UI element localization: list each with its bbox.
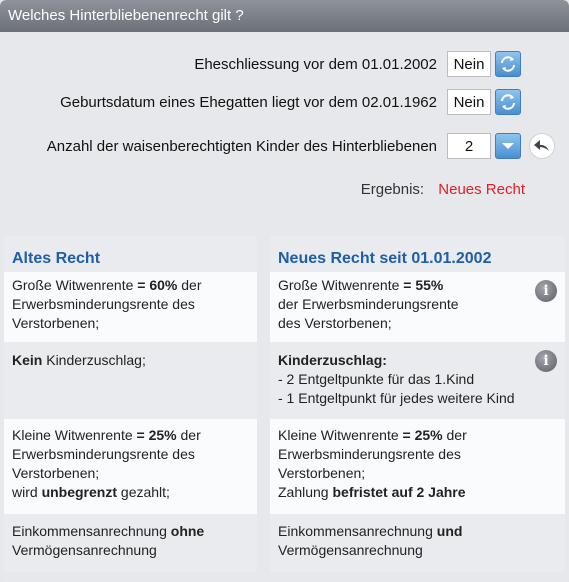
answer-value-field[interactable]: Nein <box>447 51 491 77</box>
text-bold: = 55% <box>403 277 444 293</box>
text: der Erwerbsminderungsrente <box>278 296 459 312</box>
text-bold: ohne <box>170 523 205 539</box>
children-count-field[interactable]: 2 <box>447 133 491 159</box>
info-icon[interactable]: i <box>535 280 557 302</box>
column-title: Neues Recht seit 01.01.2002 <box>270 236 565 272</box>
old-law-row-large-pension: Große Witwenrente = 60% der Erwerbsminde… <box>4 272 257 342</box>
text: Einkommensanrechnung <box>12 523 171 539</box>
question-row-marriage-date: Eheschliessung vor dem 01.01.2002 Nein <box>194 51 521 77</box>
column-old-law: Altes Recht Große Witwenrente = 60% der … <box>4 236 257 572</box>
text: - 2 Entgeltpunkte für das 1.Kind <box>278 371 475 387</box>
text: Große Witwenrente <box>12 277 138 293</box>
text: Zahlung <box>278 484 333 500</box>
text-bold: = 25% <box>402 427 443 443</box>
old-law-row-small-pension: Kleine Witwenrente = 25% der Erwerbsmind… <box>4 419 257 514</box>
old-law-row-income-offset: Einkommensanrechnung ohne Vermögensanrec… <box>4 514 257 572</box>
column-title: Altes Recht <box>4 236 257 272</box>
text: Kinderzuschlag; <box>42 352 146 368</box>
toggle-answer-button[interactable] <box>495 51 521 77</box>
text: Einkommensanrechnung <box>278 523 437 539</box>
result-line: Ergebnis: Neues Recht <box>361 181 525 198</box>
answer-value-field[interactable]: Nein <box>447 89 491 115</box>
column-new-law: Neues Recht seit 01.01.2002 Große Witwen… <box>270 236 565 572</box>
question-label: Geburtsdatum eines Ehegatten liegt vor d… <box>60 93 437 111</box>
text: Kleine Witwenrente <box>12 427 137 443</box>
text: gezahlt; <box>117 484 170 500</box>
text: Vermögensanrechnung <box>278 542 423 558</box>
toggle-answer-button[interactable] <box>495 89 521 115</box>
text-bold: Kein <box>12 352 43 368</box>
text-bold: und <box>436 523 463 539</box>
text: Vermögensanrechnung <box>12 542 157 558</box>
result-label: Ergebnis: <box>360 181 425 198</box>
question-row-children-count: Anzahl der waisenberechtigten Kinder des… <box>47 133 521 159</box>
refresh-icon <box>501 56 515 72</box>
new-law-row-child-supplement: Kinderzuschlag: - 2 Entgeltpunkte für da… <box>270 342 565 419</box>
text: Kleine Witwenrente <box>278 427 403 443</box>
question-row-birth-date: Geburtsdatum eines Ehegatten liegt vor d… <box>60 89 521 115</box>
back-arrow-icon <box>534 140 549 151</box>
text-bold: = 60% <box>137 277 178 293</box>
question-label: Eheschliessung vor dem 01.01.2002 <box>194 55 437 73</box>
panel-title: Welches Hinterbliebenenrecht gilt ? <box>8 7 244 24</box>
result-value: Neues Recht <box>438 181 525 198</box>
old-law-row-child-supplement: Kein Kinderzuschlag; <box>4 342 257 419</box>
text-bold: unbegrenzt <box>41 484 118 500</box>
text: - 1 Entgeltpunkt für jedes weitere Kind <box>278 390 515 406</box>
text: wird <box>12 484 42 500</box>
new-law-row-small-pension: Kleine Witwenrente = 25% der Erwerbsmind… <box>270 419 565 514</box>
info-icon[interactable]: i <box>535 350 557 372</box>
chevron-down-icon <box>502 143 514 149</box>
text-bold: Kinderzuschlag: <box>278 352 387 368</box>
text: Große Witwenrente <box>278 277 404 293</box>
text-bold: = 25% <box>136 427 177 443</box>
text-bold: befristet auf 2 Jahre <box>332 484 466 500</box>
back-button[interactable] <box>529 133 555 159</box>
children-count-dropdown-button[interactable] <box>495 133 521 159</box>
text: des Verstorbenen; <box>278 315 392 331</box>
new-law-row-income-offset: Einkommensanrechnung und Vermögensanrech… <box>270 514 565 572</box>
question-label: Anzahl der waisenberechtigten Kinder des… <box>46 137 437 155</box>
new-law-row-large-pension: Große Witwenrente = 55% der Erwerbsminde… <box>270 272 565 342</box>
calculator-panel: Welches Hinterbliebenenrecht gilt ? Ehes… <box>0 0 569 582</box>
panel-header: Welches Hinterbliebenenrecht gilt ? <box>0 0 569 32</box>
refresh-icon <box>501 94 515 110</box>
